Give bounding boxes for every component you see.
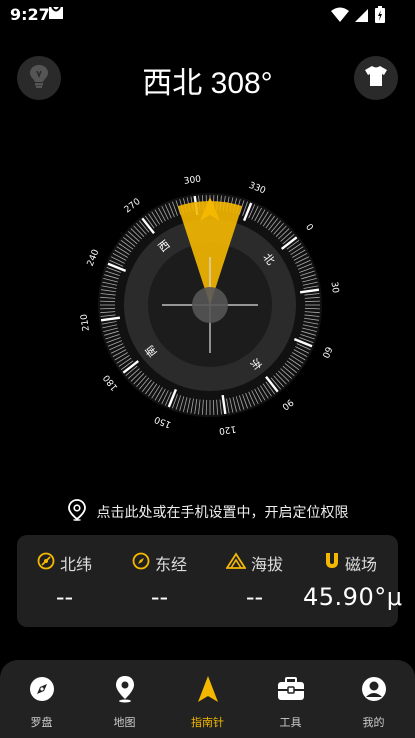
compass-minor-tick: [205, 399, 208, 415]
bottom-navigation: 罗盘 地图 指南针 工具 我的: [0, 660, 415, 738]
signal-icon: [355, 7, 369, 27]
nav-label: 指南针: [191, 716, 224, 729]
compass-tick-label: 300: [183, 175, 202, 187]
person-icon: [359, 674, 389, 704]
magnetic-field-value: 45.90°μ: [303, 583, 403, 611]
nav-item-pointer[interactable]: 指南针: [166, 674, 249, 734]
tshirt-icon: [364, 65, 388, 91]
compass-minor-tick: [100, 307, 116, 310]
compass-tick-label: 150: [153, 413, 173, 429]
theme-button[interactable]: [354, 56, 398, 100]
compass-tick-label: 30: [329, 281, 341, 294]
nav-item-compass-rose[interactable]: 罗盘: [0, 674, 83, 734]
longitude-icon: [132, 552, 150, 574]
compass-tick-label: 180: [102, 372, 121, 392]
latitude-cell: 北纬 --: [17, 535, 112, 627]
nav-label: 工具: [279, 716, 302, 729]
notification-bag-icon: [48, 5, 64, 25]
longitude-value: --: [150, 583, 169, 611]
location-permission-prompt[interactable]: 点击此处或在手机设置中，开启定位权限: [0, 499, 415, 525]
compass-icon: [27, 674, 57, 704]
compass-dial: 0306090120150180210240270300330 北东南西: [80, 175, 341, 436]
page-title: 西北 308°: [142, 67, 273, 100]
compass-minor-tick: [212, 399, 215, 415]
longitude-cell: 东经 --: [112, 535, 207, 627]
altitude-icon: [225, 552, 247, 574]
toolbox-icon: [276, 674, 306, 704]
magnet-icon: [324, 552, 340, 574]
compass-center-hub: [192, 287, 228, 323]
magnetic-field-label: 磁场: [344, 555, 377, 574]
altitude-value: --: [245, 583, 264, 611]
latitude-label: 北纬: [59, 555, 92, 574]
compass-tick-label: 120: [218, 423, 237, 435]
nav-label: 地图: [113, 716, 136, 729]
compass-tick-label: 240: [86, 248, 102, 268]
compass-tick-label: 270: [123, 197, 143, 216]
header: 西北 308°: [0, 48, 415, 108]
latitude-value: --: [55, 583, 74, 611]
compass-tick-label: 210: [80, 313, 92, 332]
compass-tick-label: 60: [319, 345, 333, 360]
nav-label: 罗盘: [30, 716, 53, 729]
nav-item-profile[interactable]: 我的: [332, 674, 415, 734]
magnetic-field-cell: 磁场 45.90°μ: [303, 535, 403, 627]
nav-item-map[interactable]: 地图: [83, 674, 166, 734]
sensor-info-card: 北纬 -- 东经 -- 海拔 -- 磁场 45.90°μ: [17, 535, 403, 627]
compass-minor-tick: [304, 307, 320, 310]
nav-item-tools[interactable]: 工具: [249, 674, 332, 734]
status-bar: 9:27: [0, 0, 415, 28]
location-permission-text: 点击此处或在手机设置中，开启定位权限: [96, 505, 349, 521]
location-pin-icon: [67, 499, 87, 525]
arrow-icon: [193, 674, 223, 704]
latitude-icon: [37, 552, 55, 574]
wifi-icon: [331, 7, 349, 27]
compass-tick-label: 0: [303, 222, 315, 233]
compass-minor-tick: [100, 300, 116, 303]
nav-label: 我的: [362, 716, 385, 729]
altitude-label: 海拔: [250, 555, 283, 574]
longitude-label: 东经: [154, 555, 187, 574]
compass-tick-label: 90: [279, 396, 294, 411]
altitude-cell: 海拔 --: [207, 535, 302, 627]
compass-minor-tick: [304, 300, 320, 303]
compass-tick-label: 330: [247, 181, 267, 197]
map-pin-icon: [110, 674, 140, 704]
status-time: 9:27: [10, 5, 50, 24]
battery-icon: [375, 6, 385, 27]
